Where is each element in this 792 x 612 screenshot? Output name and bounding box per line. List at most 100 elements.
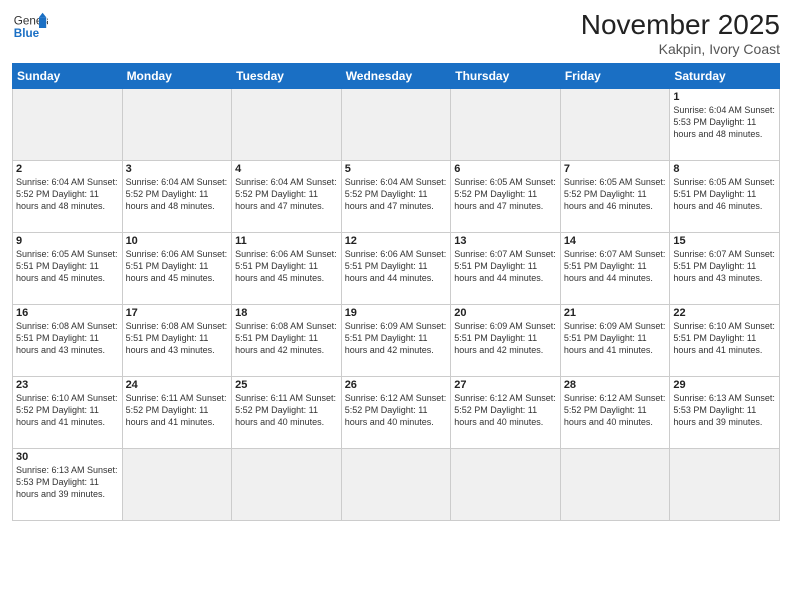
location-title: Kakpin, Ivory Coast xyxy=(581,41,780,57)
day-info: Sunrise: 6:05 AM Sunset: 5:51 PM Dayligh… xyxy=(16,248,119,284)
calendar-day: 9Sunrise: 6:05 AM Sunset: 5:51 PM Daylig… xyxy=(13,232,123,304)
day-info: Sunrise: 6:09 AM Sunset: 5:51 PM Dayligh… xyxy=(345,320,448,356)
calendar-day-empty xyxy=(341,448,451,520)
day-number: 30 xyxy=(16,451,119,463)
calendar-day-empty xyxy=(13,88,123,160)
calendar-day: 27Sunrise: 6:12 AM Sunset: 5:52 PM Dayli… xyxy=(451,376,561,448)
title-block: November 2025 Kakpin, Ivory Coast xyxy=(581,10,780,57)
calendar-day: 3Sunrise: 6:04 AM Sunset: 5:52 PM Daylig… xyxy=(122,160,232,232)
calendar-day: 5Sunrise: 6:04 AM Sunset: 5:52 PM Daylig… xyxy=(341,160,451,232)
day-info: Sunrise: 6:09 AM Sunset: 5:51 PM Dayligh… xyxy=(454,320,557,356)
calendar-week-row: 30Sunrise: 6:13 AM Sunset: 5:53 PM Dayli… xyxy=(13,448,780,520)
day-info: Sunrise: 6:05 AM Sunset: 5:51 PM Dayligh… xyxy=(673,176,776,212)
day-number: 17 xyxy=(126,307,229,319)
generalblue-logo-icon: General Blue xyxy=(12,10,48,46)
day-info: Sunrise: 6:10 AM Sunset: 5:52 PM Dayligh… xyxy=(16,392,119,428)
calendar-day: 20Sunrise: 6:09 AM Sunset: 5:51 PM Dayli… xyxy=(451,304,561,376)
day-info: Sunrise: 6:04 AM Sunset: 5:53 PM Dayligh… xyxy=(673,104,776,140)
day-info: Sunrise: 6:07 AM Sunset: 5:51 PM Dayligh… xyxy=(564,248,667,284)
day-number: 11 xyxy=(235,235,338,247)
calendar-day: 26Sunrise: 6:12 AM Sunset: 5:52 PM Dayli… xyxy=(341,376,451,448)
calendar-day: 21Sunrise: 6:09 AM Sunset: 5:51 PM Dayli… xyxy=(560,304,670,376)
day-info: Sunrise: 6:06 AM Sunset: 5:51 PM Dayligh… xyxy=(126,248,229,284)
calendar-day-empty xyxy=(341,88,451,160)
calendar-day: 10Sunrise: 6:06 AM Sunset: 5:51 PM Dayli… xyxy=(122,232,232,304)
day-number: 7 xyxy=(564,163,667,175)
calendar-day-empty xyxy=(122,448,232,520)
weekday-header-thursday: Thursday xyxy=(451,63,561,88)
weekday-header-wednesday: Wednesday xyxy=(341,63,451,88)
day-number: 20 xyxy=(454,307,557,319)
day-number: 3 xyxy=(126,163,229,175)
calendar-day-empty xyxy=(670,448,780,520)
calendar-day: 29Sunrise: 6:13 AM Sunset: 5:53 PM Dayli… xyxy=(670,376,780,448)
day-number: 24 xyxy=(126,379,229,391)
calendar-day: 15Sunrise: 6:07 AM Sunset: 5:51 PM Dayli… xyxy=(670,232,780,304)
day-info: Sunrise: 6:05 AM Sunset: 5:52 PM Dayligh… xyxy=(564,176,667,212)
calendar-day: 1Sunrise: 6:04 AM Sunset: 5:53 PM Daylig… xyxy=(670,88,780,160)
day-number: 8 xyxy=(673,163,776,175)
calendar-week-row: 16Sunrise: 6:08 AM Sunset: 5:51 PM Dayli… xyxy=(13,304,780,376)
calendar-day: 25Sunrise: 6:11 AM Sunset: 5:52 PM Dayli… xyxy=(232,376,342,448)
calendar-day: 11Sunrise: 6:06 AM Sunset: 5:51 PM Dayli… xyxy=(232,232,342,304)
calendar-day: 7Sunrise: 6:05 AM Sunset: 5:52 PM Daylig… xyxy=(560,160,670,232)
day-info: Sunrise: 6:11 AM Sunset: 5:52 PM Dayligh… xyxy=(126,392,229,428)
weekday-header-friday: Friday xyxy=(560,63,670,88)
calendar-day: 23Sunrise: 6:10 AM Sunset: 5:52 PM Dayli… xyxy=(13,376,123,448)
day-number: 29 xyxy=(673,379,776,391)
page: General Blue November 2025 Kakpin, Ivory… xyxy=(0,0,792,612)
day-number: 6 xyxy=(454,163,557,175)
day-number: 16 xyxy=(16,307,119,319)
month-title: November 2025 xyxy=(581,10,780,41)
svg-text:Blue: Blue xyxy=(14,27,40,40)
day-info: Sunrise: 6:04 AM Sunset: 5:52 PM Dayligh… xyxy=(235,176,338,212)
calendar-day: 24Sunrise: 6:11 AM Sunset: 5:52 PM Dayli… xyxy=(122,376,232,448)
calendar-day-empty xyxy=(451,88,561,160)
calendar-day: 16Sunrise: 6:08 AM Sunset: 5:51 PM Dayli… xyxy=(13,304,123,376)
day-info: Sunrise: 6:08 AM Sunset: 5:51 PM Dayligh… xyxy=(235,320,338,356)
day-info: Sunrise: 6:06 AM Sunset: 5:51 PM Dayligh… xyxy=(235,248,338,284)
calendar-week-row: 23Sunrise: 6:10 AM Sunset: 5:52 PM Dayli… xyxy=(13,376,780,448)
day-number: 13 xyxy=(454,235,557,247)
day-number: 14 xyxy=(564,235,667,247)
weekday-header-tuesday: Tuesday xyxy=(232,63,342,88)
day-info: Sunrise: 6:12 AM Sunset: 5:52 PM Dayligh… xyxy=(564,392,667,428)
day-number: 2 xyxy=(16,163,119,175)
calendar-day: 8Sunrise: 6:05 AM Sunset: 5:51 PM Daylig… xyxy=(670,160,780,232)
calendar-day-empty xyxy=(232,448,342,520)
day-number: 21 xyxy=(564,307,667,319)
day-info: Sunrise: 6:08 AM Sunset: 5:51 PM Dayligh… xyxy=(16,320,119,356)
day-info: Sunrise: 6:07 AM Sunset: 5:51 PM Dayligh… xyxy=(454,248,557,284)
calendar-week-row: 1Sunrise: 6:04 AM Sunset: 5:53 PM Daylig… xyxy=(13,88,780,160)
day-number: 5 xyxy=(345,163,448,175)
weekday-header-monday: Monday xyxy=(122,63,232,88)
day-number: 19 xyxy=(345,307,448,319)
day-info: Sunrise: 6:11 AM Sunset: 5:52 PM Dayligh… xyxy=(235,392,338,428)
weekday-header-saturday: Saturday xyxy=(670,63,780,88)
day-info: Sunrise: 6:06 AM Sunset: 5:51 PM Dayligh… xyxy=(345,248,448,284)
calendar-day-empty xyxy=(560,448,670,520)
day-info: Sunrise: 6:13 AM Sunset: 5:53 PM Dayligh… xyxy=(673,392,776,428)
day-info: Sunrise: 6:05 AM Sunset: 5:52 PM Dayligh… xyxy=(454,176,557,212)
calendar-day: 18Sunrise: 6:08 AM Sunset: 5:51 PM Dayli… xyxy=(232,304,342,376)
weekday-header-sunday: Sunday xyxy=(13,63,123,88)
day-number: 15 xyxy=(673,235,776,247)
day-info: Sunrise: 6:08 AM Sunset: 5:51 PM Dayligh… xyxy=(126,320,229,356)
calendar-day: 19Sunrise: 6:09 AM Sunset: 5:51 PM Dayli… xyxy=(341,304,451,376)
calendar-day: 2Sunrise: 6:04 AM Sunset: 5:52 PM Daylig… xyxy=(13,160,123,232)
day-number: 23 xyxy=(16,379,119,391)
calendar-day: 22Sunrise: 6:10 AM Sunset: 5:51 PM Dayli… xyxy=(670,304,780,376)
calendar-day: 6Sunrise: 6:05 AM Sunset: 5:52 PM Daylig… xyxy=(451,160,561,232)
day-number: 10 xyxy=(126,235,229,247)
day-info: Sunrise: 6:10 AM Sunset: 5:51 PM Dayligh… xyxy=(673,320,776,356)
day-info: Sunrise: 6:04 AM Sunset: 5:52 PM Dayligh… xyxy=(345,176,448,212)
day-info: Sunrise: 6:04 AM Sunset: 5:52 PM Dayligh… xyxy=(16,176,119,212)
day-number: 18 xyxy=(235,307,338,319)
day-number: 12 xyxy=(345,235,448,247)
day-number: 9 xyxy=(16,235,119,247)
day-number: 1 xyxy=(673,91,776,103)
header: General Blue November 2025 Kakpin, Ivory… xyxy=(12,10,780,57)
day-info: Sunrise: 6:13 AM Sunset: 5:53 PM Dayligh… xyxy=(16,464,119,500)
calendar-day: 28Sunrise: 6:12 AM Sunset: 5:52 PM Dayli… xyxy=(560,376,670,448)
day-info: Sunrise: 6:04 AM Sunset: 5:52 PM Dayligh… xyxy=(126,176,229,212)
